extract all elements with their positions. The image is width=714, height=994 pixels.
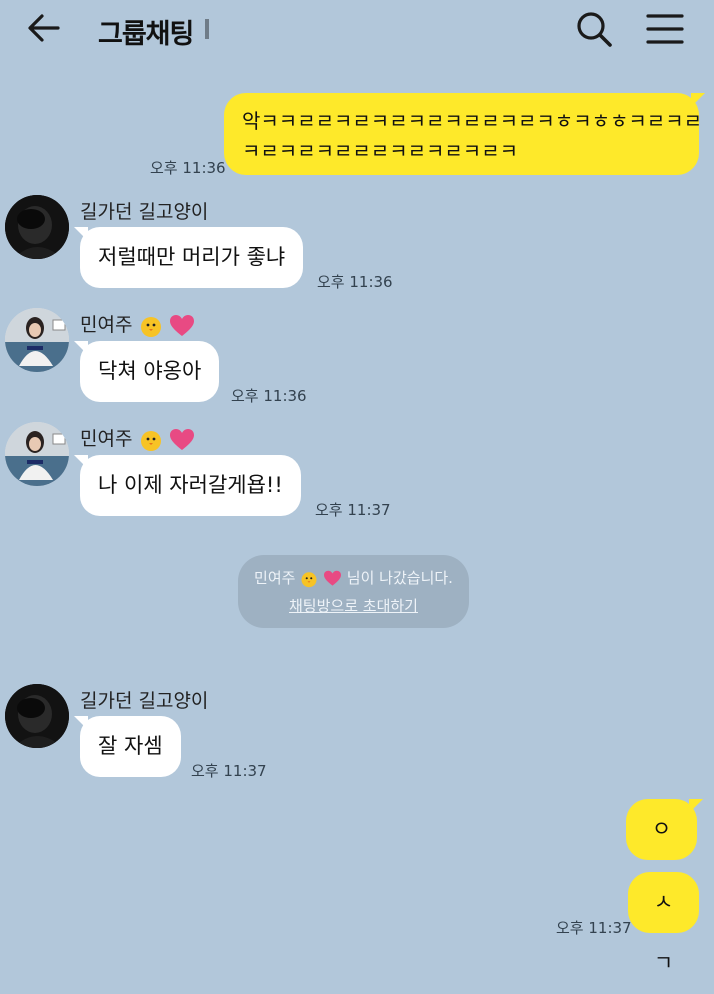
message-text-line: ㅋㄹㅋㄹㅋㄹㄹㄹㅋㄹㅋㄹㅋㄹㅋ bbox=[242, 139, 518, 163]
notice-name: 민여주 bbox=[254, 569, 296, 587]
my-message-bubble[interactable]: 악ㅋㅋㄹㄹㅋㄹㅋㄹㅋㄹㅋㄹㄹㅋㄹㅋㅎㅋㅎㅎㅋㄹㅋㄹ ㅋㄹㅋㄹㅋㄹㄹㄹㅋㄹㅋㄹㅋㄹ… bbox=[224, 93, 705, 175]
message-text: 나 이제 자러갈게욥!! bbox=[98, 473, 283, 497]
message-time: 오후 11:37 bbox=[315, 501, 391, 519]
message-text: 잘 자셈 bbox=[98, 734, 163, 758]
bubble-tail bbox=[74, 227, 88, 241]
chat-header: 그룹채팅 bbox=[0, 0, 714, 58]
bubble-tail bbox=[74, 716, 88, 730]
their-message-bubble[interactable]: 나 이제 자러갈게욥!! bbox=[74, 455, 301, 516]
message-text: ㅅㄱ bbox=[653, 890, 674, 975]
message-text-line: 악ㅋㅋㄹㄹㅋㄹㅋㄹㅋㄹㅋㄹㄹㅋㄹㅋㅎㅋㅎㅎㅋㄹㅋㄹ bbox=[242, 109, 702, 133]
bubble-tail bbox=[74, 341, 88, 355]
notice-left-text: 님이 나갔습니다. bbox=[346, 569, 453, 587]
heart-icon bbox=[169, 314, 194, 336]
their-message-bubble[interactable]: 닥쳐 야옹아 bbox=[74, 341, 220, 402]
menu-button[interactable] bbox=[646, 13, 684, 45]
heart-icon bbox=[169, 428, 194, 450]
message-text: 닥쳐 야옹아 bbox=[98, 359, 202, 383]
system-notice: 민여주 님이 나갔습니다. 채팅방으로 초대하기 bbox=[238, 555, 469, 628]
chick-icon bbox=[140, 430, 161, 451]
chick-icon bbox=[140, 316, 161, 337]
chat-title: 그룹채팅 bbox=[98, 19, 194, 50]
message-text: 저럴때만 머리가 좋냐 bbox=[98, 245, 286, 269]
back-button[interactable] bbox=[24, 10, 64, 46]
their-message-bubble[interactable]: 잘 자셈 bbox=[74, 716, 181, 777]
sender-name: 길가던 길고양이 bbox=[80, 201, 209, 223]
my-message-bubble[interactable]: ㅅㄱ bbox=[628, 872, 699, 975]
sender-name-text: 민여주 bbox=[80, 428, 133, 450]
sender-name: 민여주 bbox=[80, 310, 195, 338]
bubble-tail bbox=[691, 93, 705, 107]
avatar[interactable] bbox=[5, 195, 69, 259]
sender-name: 길가던 길고양이 bbox=[80, 690, 209, 712]
invite-link[interactable]: 채팅방으로 초대하기 bbox=[238, 595, 469, 616]
heart-icon bbox=[324, 570, 342, 586]
their-message-bubble[interactable]: 저럴때만 머리가 좋냐 bbox=[74, 227, 304, 288]
message-time: 오후 11:36 bbox=[317, 273, 393, 291]
sender-name: 민여주 bbox=[80, 424, 195, 452]
message-time: 오후 11:36 bbox=[231, 387, 307, 405]
bubble-tail bbox=[74, 455, 88, 469]
message-time: 오후 11:36 bbox=[150, 159, 226, 177]
avatar[interactable] bbox=[5, 684, 69, 748]
avatar[interactable] bbox=[5, 308, 69, 372]
search-icon bbox=[577, 12, 612, 47]
message-time: 오후 11:37 bbox=[191, 762, 267, 780]
bubble-tail bbox=[689, 799, 703, 813]
avatar[interactable] bbox=[5, 422, 69, 486]
member-count-indicator bbox=[205, 19, 209, 39]
notice-text: 민여주 님이 나갔습니다. bbox=[238, 567, 469, 588]
chick-icon bbox=[301, 571, 317, 587]
my-message-bubble[interactable]: ㅇㅇ bbox=[626, 799, 703, 902]
message-time: 오후 11:37 bbox=[556, 919, 632, 937]
search-button[interactable] bbox=[575, 10, 613, 48]
arrow-left-icon bbox=[28, 14, 60, 42]
hamburger-menu-icon bbox=[646, 14, 684, 44]
sender-name-text: 민여주 bbox=[80, 314, 133, 336]
